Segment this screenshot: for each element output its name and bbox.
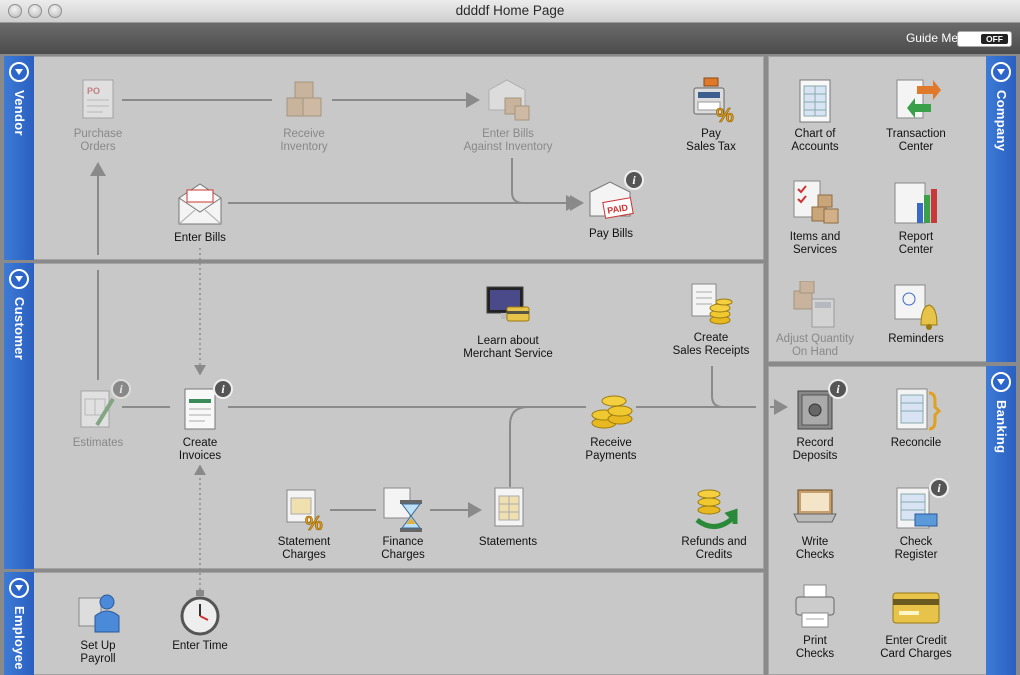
purchase-orders-label: Purchase Orders [73, 128, 123, 153]
enter-bills-against-inventory-label: Enter Bills Against Inventory [463, 128, 553, 153]
create-sales-receipts-button[interactable]: Create Sales Receipts [651, 280, 771, 358]
inventory-boxes-icon [279, 76, 329, 126]
info-icon[interactable]: i [213, 379, 233, 399]
employee-tab[interactable]: Employee [4, 572, 34, 675]
check-register-label: Check Register [894, 536, 938, 561]
create-invoices-button[interactable]: i Create Invoices [140, 379, 260, 463]
coins-refund-icon [689, 484, 739, 534]
purchase-order-icon: PO [73, 76, 123, 126]
toggle-state: OFF [981, 34, 1008, 44]
minimize-window-button[interactable] [28, 4, 42, 18]
reminders-label: Reminders [888, 333, 944, 345]
safe-icon: i [790, 379, 848, 435]
report-bars-icon [891, 179, 941, 229]
reconcile-button[interactable]: Reconcile [856, 385, 976, 450]
vendor-tab-label: Vendor [12, 90, 27, 136]
guide-me-toggle[interactable]: OFF [957, 31, 1012, 47]
receive-payments-button[interactable]: Receive Payments [551, 385, 671, 463]
info-icon[interactable]: i [828, 379, 848, 399]
receive-inventory-label: Receive Inventory [280, 128, 328, 153]
collapse-icon [9, 578, 29, 598]
company-tab-label: Company [994, 90, 1009, 152]
enter-bills-against-inventory-button[interactable]: Enter Bills Against Inventory [448, 76, 568, 154]
report-center-button[interactable]: Report Center [856, 179, 976, 257]
finance-charges-button[interactable]: Finance Charges [343, 484, 463, 562]
enter-time-button[interactable]: Enter Time [140, 588, 260, 653]
collapse-icon [9, 269, 29, 289]
vendor-tab[interactable]: Vendor [4, 56, 34, 260]
svg-text:PO: PO [87, 86, 100, 96]
collapse-icon [991, 62, 1011, 82]
svg-text:%: % [305, 513, 323, 534]
estimate-pencil-icon: i [73, 379, 131, 435]
info-icon[interactable]: i [624, 170, 644, 190]
create-invoices-label: Create Invoices [178, 437, 222, 462]
stopwatch-icon [175, 588, 225, 638]
window-title: ddddf Home Page [455, 3, 565, 18]
enter-credit-card-charges-label: Enter Credit Card Charges [880, 635, 952, 660]
enter-bills-label: Enter Bills [174, 232, 226, 244]
statements-label: Statements [478, 536, 538, 548]
customer-tab-label: Customer [12, 297, 27, 361]
report-center-label: Report Center [898, 231, 934, 256]
create-sales-receipts-label: Create Sales Receipts [672, 332, 750, 357]
calendar-bell-icon [891, 281, 941, 331]
transaction-center-button[interactable]: Transaction Center [856, 76, 976, 154]
pay-bills-label: Pay Bills [588, 228, 634, 240]
window-titlebar: ddddf Home Page [0, 0, 1020, 23]
svg-text:%: % [716, 105, 734, 126]
ledger-icon [790, 76, 840, 126]
monitor-card-icon [483, 283, 533, 333]
enter-bills-button[interactable]: Enter Bills [140, 180, 260, 245]
register-ledger-icon: i [891, 478, 949, 534]
employee-tab-label: Employee [12, 606, 27, 670]
coins-stack-icon [586, 385, 636, 435]
receive-payments-label: Receive Payments [585, 437, 637, 462]
pay-sales-tax-button[interactable]: % Pay Sales Tax [651, 76, 771, 154]
laptop-check-icon [790, 484, 840, 534]
enter-time-label: Enter Time [172, 640, 228, 652]
envelope-icon [175, 180, 225, 230]
banking-tab[interactable]: Banking [986, 366, 1016, 675]
info-icon[interactable]: i [111, 379, 131, 399]
toolbar: Guide Me OFF [0, 23, 1020, 54]
guide-me-label: Guide Me [905, 31, 958, 45]
checklist-boxes-icon [790, 179, 840, 229]
transaction-arrows-icon [891, 76, 941, 126]
close-window-button[interactable] [8, 4, 22, 18]
collapse-icon [9, 62, 29, 82]
pay-sales-tax-label: Pay Sales Tax [686, 128, 736, 153]
customer-tab[interactable]: Customer [4, 263, 34, 569]
company-tab[interactable]: Company [986, 56, 1016, 362]
statement-percent-icon: % [279, 484, 329, 535]
reconcile-ledger-icon [891, 385, 942, 435]
statements-button[interactable]: Statements [448, 484, 568, 549]
purchase-orders-button[interactable]: PO Purchase Orders [38, 76, 158, 154]
collapse-icon [991, 372, 1011, 392]
reminders-button[interactable]: Reminders [856, 281, 976, 346]
info-icon[interactable]: i [929, 478, 949, 498]
payroll-person-icon [73, 588, 123, 638]
finance-charges-label: Finance Charges [381, 536, 425, 561]
hourglass-icon [378, 484, 428, 534]
learn-merchant-service-button[interactable]: Learn about Merchant Service [448, 283, 568, 361]
statement-sheet-icon [483, 484, 533, 534]
reconcile-label: Reconcile [890, 437, 942, 449]
invoice-icon: i [175, 379, 233, 435]
transaction-center-label: Transaction Center [886, 128, 946, 153]
learn-merchant-service-label: Learn about Merchant Service [463, 335, 553, 360]
banking-tab-label: Banking [994, 400, 1009, 454]
paid-envelope-icon: PAID i [586, 170, 644, 226]
envelope-boxes-icon [483, 76, 533, 126]
cash-register-icon: % [686, 76, 736, 127]
boxes-calculator-icon [790, 280, 840, 331]
printer-icon [790, 583, 840, 633]
credit-card-icon [891, 583, 941, 633]
pay-bills-button[interactable]: PAID i Pay Bills [551, 170, 671, 241]
check-register-button[interactable]: i Check Register [856, 478, 976, 562]
enter-credit-card-charges-button[interactable]: Enter Credit Card Charges [856, 583, 976, 661]
zoom-window-button[interactable] [48, 4, 62, 18]
receive-inventory-button[interactable]: Receive Inventory [244, 76, 364, 154]
receipt-coins-icon [686, 280, 736, 330]
